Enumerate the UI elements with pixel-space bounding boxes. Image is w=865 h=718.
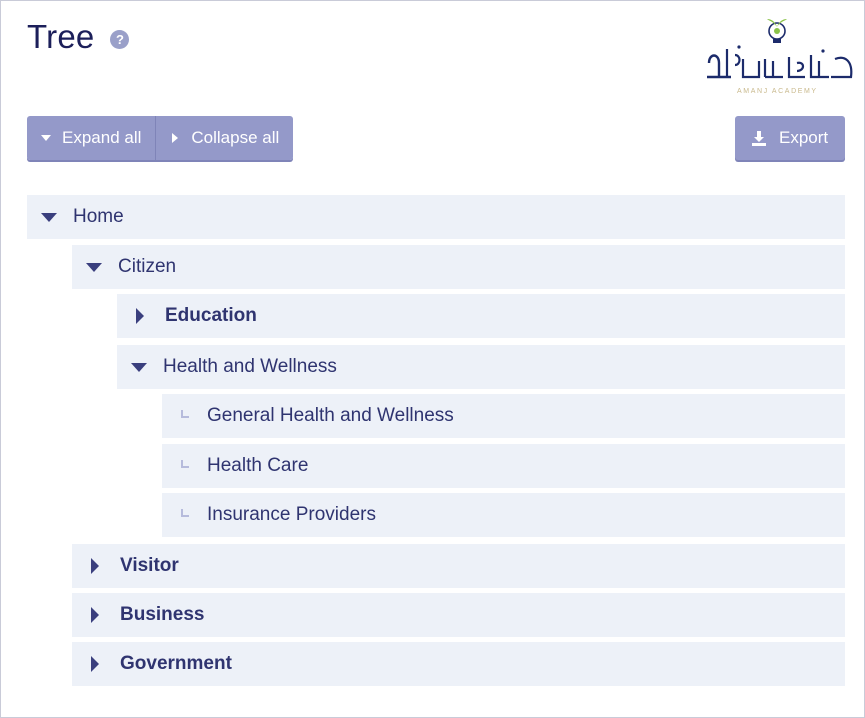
tree-node-visitor[interactable]: Visitor xyxy=(72,544,845,588)
collapse-all-label: Collapse all xyxy=(191,128,280,147)
tree-node-label: Education xyxy=(165,305,257,326)
tree-node-label: Insurance Providers xyxy=(207,504,376,525)
caret-down-icon xyxy=(41,135,51,141)
brand-logo: AMANJ ACADEMY xyxy=(701,15,859,101)
download-icon xyxy=(752,131,766,146)
tree-node-health-and-wellness[interactable]: Health and Wellness xyxy=(117,345,845,389)
expand-collapse-group: Expand all Collapse all xyxy=(27,116,294,160)
brand-logo-caption: AMANJ ACADEMY xyxy=(737,88,818,95)
export-button[interactable]: Export xyxy=(735,116,845,160)
tree-node-label: Business xyxy=(120,604,205,625)
tree-node-label: Health Care xyxy=(207,455,309,476)
page-title: Tree xyxy=(27,18,95,55)
tree-node-label: Home xyxy=(73,206,124,227)
leaf-connector-icon xyxy=(181,460,189,468)
collapsed-toggle-icon[interactable] xyxy=(91,607,99,623)
expand-all-label: Expand all xyxy=(62,128,142,147)
caret-right-icon xyxy=(172,133,179,143)
tree-leaf-health-care[interactable]: Health Care xyxy=(162,444,845,488)
collapsed-toggle-icon[interactable] xyxy=(91,656,99,672)
tree-node-government[interactable]: Government xyxy=(72,642,845,686)
tree-node-label: Visitor xyxy=(120,555,179,576)
help-icon[interactable]: ? xyxy=(110,29,130,49)
export-label: Export xyxy=(779,128,829,147)
tree-leaf-general-health[interactable]: General Health and Wellness xyxy=(162,394,845,438)
expanded-toggle-icon[interactable] xyxy=(86,262,102,272)
tree-node-citizen[interactable]: Citizen xyxy=(72,245,845,289)
title-row: Tree ? xyxy=(27,17,130,57)
collapsed-toggle-icon[interactable] xyxy=(136,308,144,324)
collapsed-toggle-icon[interactable] xyxy=(91,558,99,574)
expand-all-button[interactable]: Expand all xyxy=(27,116,156,160)
expanded-toggle-icon[interactable] xyxy=(131,362,147,372)
page-frame: Tree ? AMANJ ACADEMY Expand all Collapse… xyxy=(0,0,865,718)
leaf-connector-icon xyxy=(181,509,189,517)
tree-node-label: Citizen xyxy=(118,256,177,277)
brand-logo-mark xyxy=(707,19,853,79)
tree-leaf-insurance-providers[interactable]: Insurance Providers xyxy=(162,493,845,537)
tree-node-education[interactable]: Education xyxy=(117,294,845,338)
collapse-all-button[interactable]: Collapse all xyxy=(155,116,294,160)
expanded-toggle-icon[interactable] xyxy=(41,212,57,222)
leaf-connector-icon xyxy=(181,410,189,418)
tree-node-label: General Health and Wellness xyxy=(207,405,454,426)
tree-node-label: Government xyxy=(120,653,232,674)
tree-node-label: Health and Wellness xyxy=(163,356,337,377)
tree-node-home[interactable]: Home xyxy=(27,195,845,239)
tree-node-business[interactable]: Business xyxy=(72,593,845,637)
